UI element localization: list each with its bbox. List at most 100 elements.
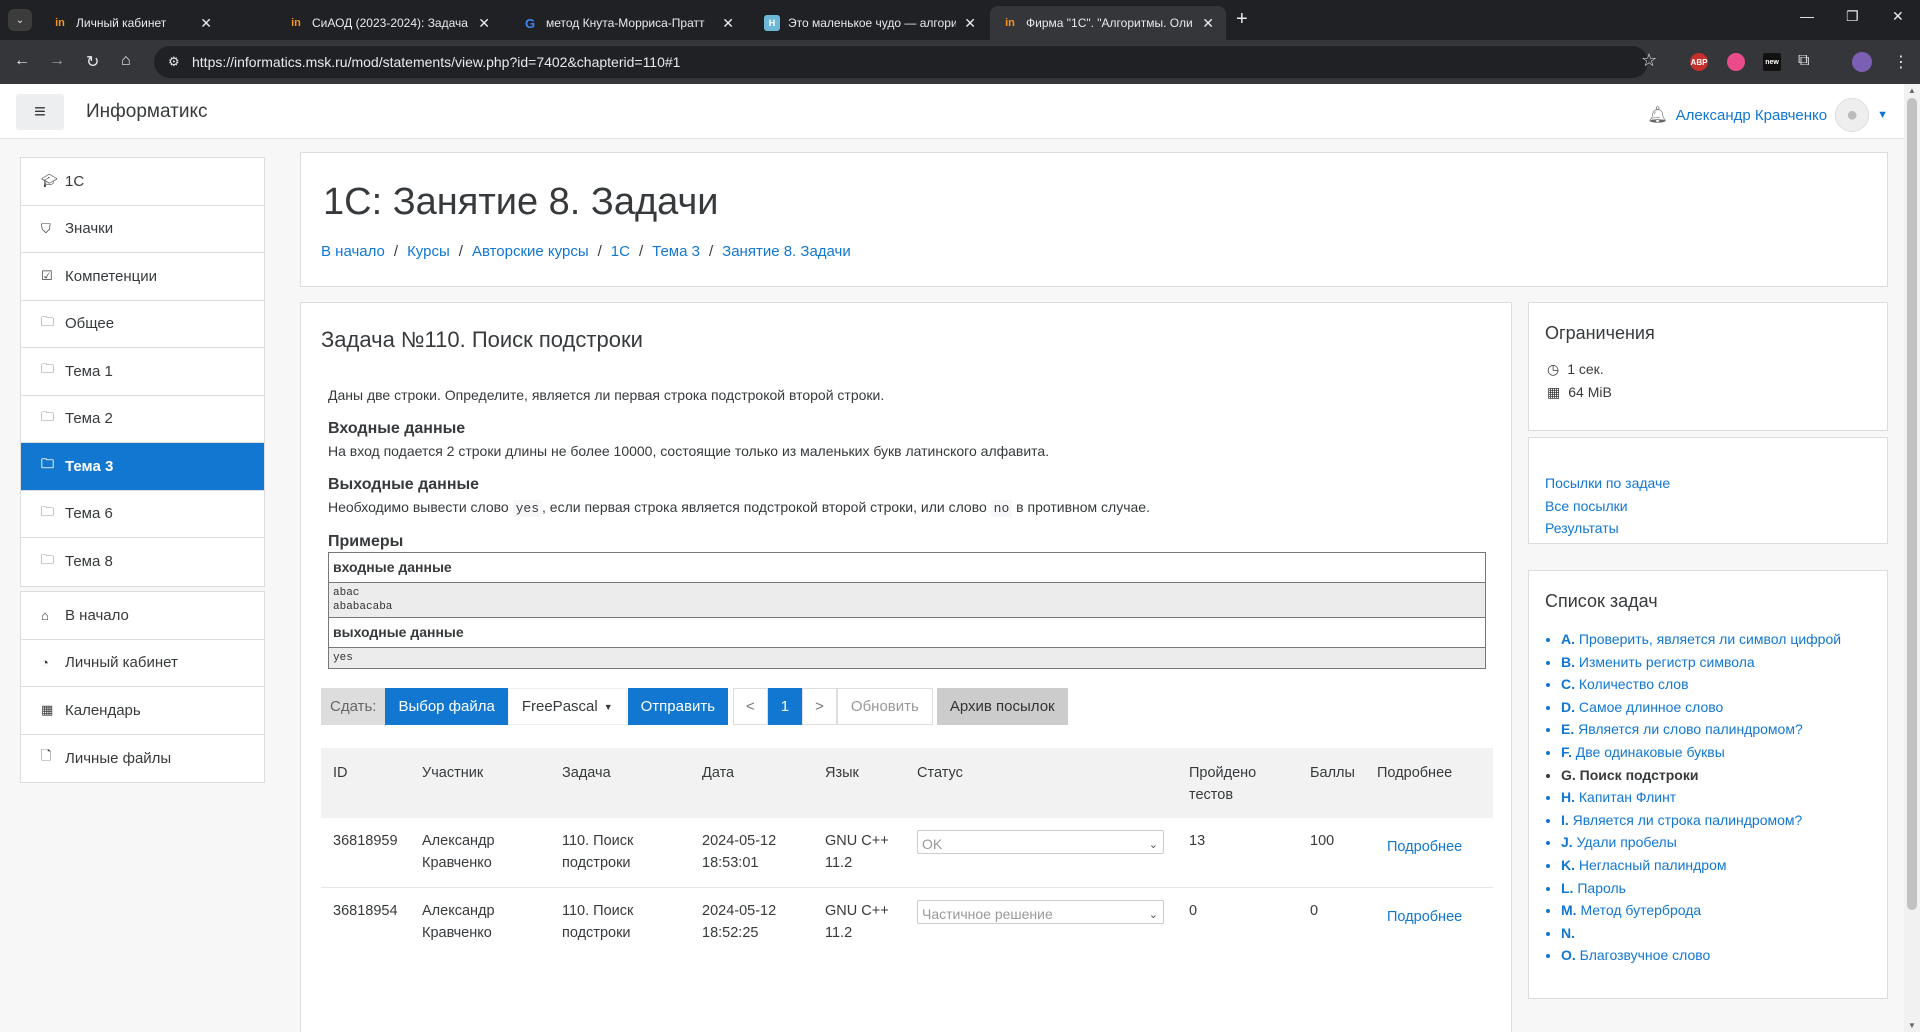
close-tab-icon[interactable]: ✕	[722, 15, 734, 32]
breadcrumb-1c[interactable]: 1С	[611, 243, 630, 260]
site-brand[interactable]: Информатикс	[86, 101, 207, 123]
problem-list-item[interactable]: N.	[1561, 922, 1887, 945]
page-scrollbar[interactable]: ▲ ▼	[1904, 84, 1920, 1032]
scroll-up-icon[interactable]: ▲	[1908, 86, 1916, 95]
scroll-down-icon[interactable]: ▼	[1908, 1021, 1916, 1030]
sidebar-item-general[interactable]: 🗀 Общее	[21, 301, 264, 348]
sidebar-item-topic-2[interactable]: 🗀 Тема 2	[21, 396, 264, 443]
problem-list-item[interactable]: L. Пароль	[1561, 877, 1887, 900]
close-tab-icon[interactable]: ✕	[964, 15, 976, 32]
sidebar-item-home[interactable]: ⌂ В начало	[21, 592, 264, 640]
problem-link[interactable]: Негласный палиндром	[1579, 857, 1727, 873]
browser-tab[interactable]: G метод Кнута-Морриса-Пратт ✕	[510, 6, 746, 40]
breadcrumb-topic-3[interactable]: Тема 3	[652, 243, 700, 260]
problem-list-item[interactable]: O. Благозвучное слово	[1561, 944, 1887, 967]
user-name[interactable]: Александр Кравченко	[1676, 107, 1827, 124]
avatar[interactable]: ●	[1835, 98, 1870, 132]
scrollbar-thumb[interactable]	[1907, 98, 1917, 910]
problem-link[interactable]: Метод бутерброда	[1580, 902, 1701, 918]
forward-arrow-icon[interactable]: →	[49, 52, 65, 70]
adblock-extension-icon[interactable]: ABP	[1690, 53, 1708, 71]
problem-list-item[interactable]: H. Капитан Флинт	[1561, 786, 1887, 809]
browser-tab[interactable]: in Личный кабинет ✕	[40, 6, 224, 40]
archive-button[interactable]: Архив посылок	[936, 688, 1068, 725]
problem-list-item[interactable]: B. Изменить регистр символа	[1561, 651, 1887, 674]
home-icon[interactable]: ⌂	[121, 52, 131, 70]
bookmark-star-icon[interactable]: ☆	[1641, 50, 1657, 71]
problem-list-item[interactable]: G. Поиск подстроки	[1561, 764, 1887, 787]
sidebar-item-1c[interactable]: 🎓︎ 1С	[21, 158, 264, 206]
new-tab-plus-icon[interactable]: +	[1236, 8, 1248, 31]
problem-link[interactable]: Изменить регистр символа	[1579, 654, 1755, 670]
problem-link[interactable]: Количество слов	[1579, 676, 1689, 692]
details-link[interactable]: Подробнее	[1387, 909, 1462, 925]
refresh-button[interactable]: Обновить	[836, 688, 933, 725]
tab-search-chevron-icon[interactable]: ⌄	[8, 9, 32, 31]
problem-link[interactable]: Благозвучное слово	[1580, 947, 1711, 963]
close-tab-icon[interactable]: ✕	[478, 15, 490, 32]
problem-list-item[interactable]: J. Удали пробелы	[1561, 831, 1887, 854]
hamburger-menu-icon[interactable]: ≡	[16, 94, 64, 130]
sidebar-item-private-files[interactable]: 🗋 Личные файлы	[21, 735, 264, 783]
profile-avatar-icon[interactable]	[1852, 52, 1872, 72]
breadcrumb-courses[interactable]: Курсы	[407, 243, 450, 260]
problem-link[interactable]: Является ли строка палиндромом?	[1573, 812, 1803, 828]
chevron-down-icon[interactable]: ▼	[1877, 109, 1888, 121]
sidebar-item-topic-3[interactable]: 🗀 Тема 3	[21, 443, 264, 491]
problem-link[interactable]: Является ли слово палиндромом?	[1578, 721, 1803, 737]
close-window-icon[interactable]: ✕	[1892, 8, 1904, 25]
problem-link[interactable]: Капитан Флинт	[1579, 789, 1676, 805]
minimize-window-icon[interactable]: —	[1800, 8, 1814, 24]
browser-tab-active[interactable]: in Фирма "1С". "Алгоритмы. Оли ✕	[990, 6, 1226, 40]
choose-file-button[interactable]: Выбор файла	[385, 688, 508, 725]
breadcrumb-lesson[interactable]: Занятие 8. Задачи	[722, 243, 851, 260]
details-link[interactable]: Подробнее	[1387, 839, 1462, 855]
sidebar-item-dashboard[interactable]: ◔ Личный кабинет	[21, 640, 264, 687]
browser-menu-icon[interactable]: ⋮	[1893, 52, 1909, 72]
page-1-button[interactable]: 1	[767, 688, 803, 725]
extension-icon[interactable]	[1727, 53, 1745, 71]
reload-icon[interactable]: ↻	[86, 52, 99, 72]
sidebar-item-topic-8[interactable]: 🗀 Тема 8	[21, 538, 264, 586]
problem-list-item[interactable]: E. Является ли слово палиндромом?	[1561, 718, 1887, 741]
problem-list-item[interactable]: M. Метод бутерброда	[1561, 899, 1887, 922]
problem-link[interactable]: Проверить, является ли символ цифрой	[1579, 631, 1841, 647]
problem-list-item[interactable]: F. Две одинаковые буквы	[1561, 741, 1887, 764]
language-select[interactable]: FreePascal ▼	[507, 688, 627, 725]
user-menu[interactable]: 🔔︎ Александр Кравченко ● ▼	[1647, 98, 1888, 132]
prev-page-button[interactable]: <	[733, 688, 768, 725]
sidebar-item-calendar[interactable]: ▦ Календарь	[21, 687, 264, 735]
problem-list-item[interactable]: I. Является ли строка палиндромом?	[1561, 809, 1887, 832]
problem-link[interactable]: Самое длинное слово	[1579, 699, 1723, 715]
next-page-button[interactable]: >	[802, 688, 837, 725]
problem-link[interactable]: Пароль	[1577, 880, 1626, 896]
browser-tab[interactable]: in СиАОД (2023-2024): Задача А ✕	[276, 6, 502, 40]
breadcrumb-home[interactable]: В начало	[321, 243, 385, 260]
sidebar-item-topic-1[interactable]: 🗀 Тема 1	[21, 348, 264, 396]
extensions-puzzle-icon[interactable]: ⧉	[1798, 52, 1809, 70]
close-tab-icon[interactable]: ✕	[1202, 15, 1214, 32]
send-button[interactable]: Отправить	[627, 688, 729, 725]
site-info-icon[interactable]: ⚙	[168, 54, 180, 70]
close-tab-icon[interactable]: ✕	[200, 15, 212, 32]
problem-link[interactable]: Две одинаковые буквы	[1576, 744, 1725, 760]
problem-link[interactable]: Удали пробелы	[1577, 834, 1677, 850]
problem-list-item[interactable]: A. Проверить, является ли символ цифрой	[1561, 628, 1887, 651]
sidebar-item-competencies[interactable]: ☑ Компетенции	[21, 253, 264, 301]
back-arrow-icon[interactable]: ←	[14, 52, 30, 70]
problem-list-item[interactable]: K. Негласный палиндром	[1561, 854, 1887, 877]
sidebar-item-badges[interactable]: ⛉ Значки	[21, 206, 264, 253]
all-submissions-link[interactable]: Все посылки	[1545, 498, 1628, 514]
problem-submissions-link[interactable]: Посылки по задаче	[1545, 475, 1670, 491]
results-link[interactable]: Результаты	[1545, 520, 1619, 536]
notification-bell-icon[interactable]: 🔔︎	[1647, 105, 1667, 125]
status-select[interactable]: Частичное решение ⌄	[905, 900, 1177, 958]
restore-window-icon[interactable]: ❐	[1846, 8, 1859, 25]
status-select[interactable]: OK ⌄	[905, 830, 1177, 887]
breadcrumb-author-courses[interactable]: Авторские курсы	[472, 243, 589, 260]
new-extension-icon[interactable]: new	[1763, 53, 1781, 71]
browser-tab[interactable]: H Это маленькое чудо — алгори ✕	[752, 6, 988, 40]
address-bar[interactable]: ⚙ https://informatics.msk.ru/mod/stateme…	[154, 46, 1648, 78]
problem-list-item[interactable]: D. Самое длинное слово	[1561, 696, 1887, 719]
sidebar-item-topic-6[interactable]: 🗀 Тема 6	[21, 491, 264, 538]
